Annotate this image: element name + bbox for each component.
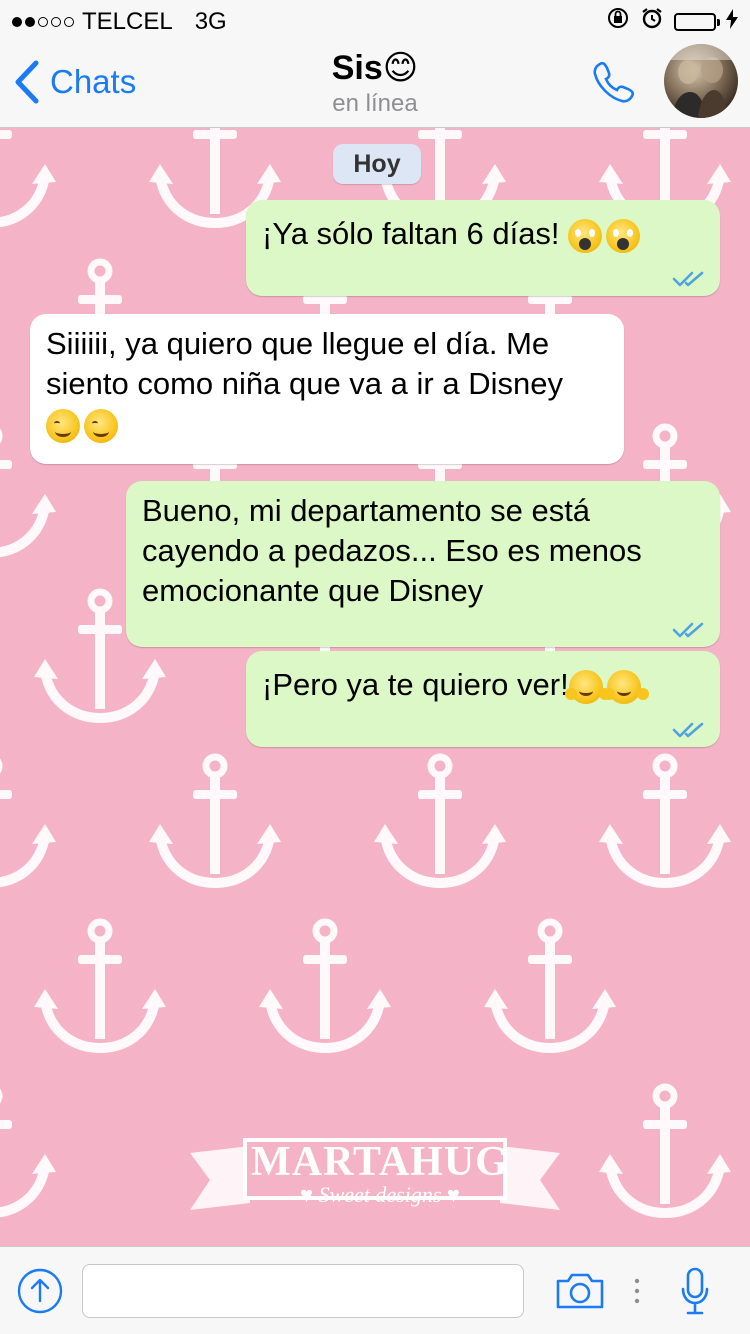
message-bubble-outgoing[interactable]: ¡Ya sólo faltan 6 días! bbox=[246, 200, 720, 296]
share-button[interactable] bbox=[16, 1267, 64, 1320]
message-text: ¡Ya sólo faltan 6 días! bbox=[262, 216, 569, 251]
microphone-button[interactable] bbox=[680, 1267, 710, 1322]
smile-emoji-icon bbox=[84, 408, 118, 443]
watermark: MARTAHUG ♥ Sweet designs ♥ bbox=[240, 1138, 520, 1208]
message-bubble-incoming[interactable]: Siiiiii, ya quiero que llegue el día. Me… bbox=[30, 314, 624, 464]
message-text: Siiiiii, ya quiero que llegue el día. Me… bbox=[46, 326, 563, 401]
charging-icon bbox=[726, 8, 738, 36]
alarm-icon bbox=[640, 6, 664, 37]
watermark-brand: MARTAHUG bbox=[251, 1139, 509, 1185]
message-composer bbox=[0, 1246, 750, 1334]
hug-emoji-icon bbox=[564, 669, 603, 704]
status-left: TELCEL 3G bbox=[12, 8, 227, 36]
camera-button[interactable] bbox=[554, 1271, 606, 1316]
message-bubble-outgoing[interactable]: Bueno, mi departamento se está cayendo a… bbox=[126, 481, 720, 647]
chat-header: Chats Sis😊 en línea bbox=[0, 40, 750, 128]
status-bar: TELCEL 3G bbox=[0, 0, 750, 40]
camera-icon bbox=[556, 1273, 604, 1309]
signal-dot bbox=[38, 17, 48, 27]
scream-emoji-icon bbox=[568, 218, 603, 253]
microphone-icon bbox=[681, 1267, 709, 1315]
day-separator: Hoy bbox=[333, 144, 421, 184]
signal-dot bbox=[64, 17, 74, 27]
scream-emoji-icon bbox=[606, 218, 641, 253]
read-receipt-icon bbox=[672, 271, 704, 287]
avatar-photo bbox=[664, 44, 738, 118]
rotation-lock-icon bbox=[606, 6, 630, 37]
message-input[interactable] bbox=[82, 1264, 524, 1318]
message-text: ¡Pero ya te quiero ver! bbox=[262, 667, 569, 702]
phone-icon bbox=[593, 61, 635, 103]
upload-icon bbox=[17, 1268, 63, 1314]
signal-dot bbox=[12, 17, 22, 27]
more-button[interactable] bbox=[632, 1277, 642, 1310]
smile-emoji-icon bbox=[46, 408, 80, 443]
message-bubble-outgoing[interactable]: ¡Pero ya te quiero ver! bbox=[246, 651, 720, 747]
call-button[interactable] bbox=[588, 58, 638, 113]
hug-emoji-icon bbox=[602, 669, 641, 704]
signal-dot bbox=[51, 17, 61, 27]
network-type: 3G bbox=[194, 8, 227, 35]
status-right bbox=[606, 6, 738, 37]
carrier-name: TELCEL bbox=[82, 8, 173, 35]
avatar[interactable] bbox=[664, 44, 738, 118]
battery-icon bbox=[674, 12, 720, 31]
read-receipt-icon bbox=[672, 722, 704, 738]
signal-dot bbox=[25, 17, 35, 27]
chat-area[interactable]: MARTAHUG ♥ Sweet designs ♥ Hoy ¡Ya sólo … bbox=[0, 128, 750, 1246]
message-text: Bueno, mi departamento se está cayendo a… bbox=[142, 493, 642, 608]
read-receipt-icon bbox=[672, 622, 704, 638]
more-icon bbox=[634, 1278, 640, 1304]
signal-strength bbox=[12, 17, 74, 27]
